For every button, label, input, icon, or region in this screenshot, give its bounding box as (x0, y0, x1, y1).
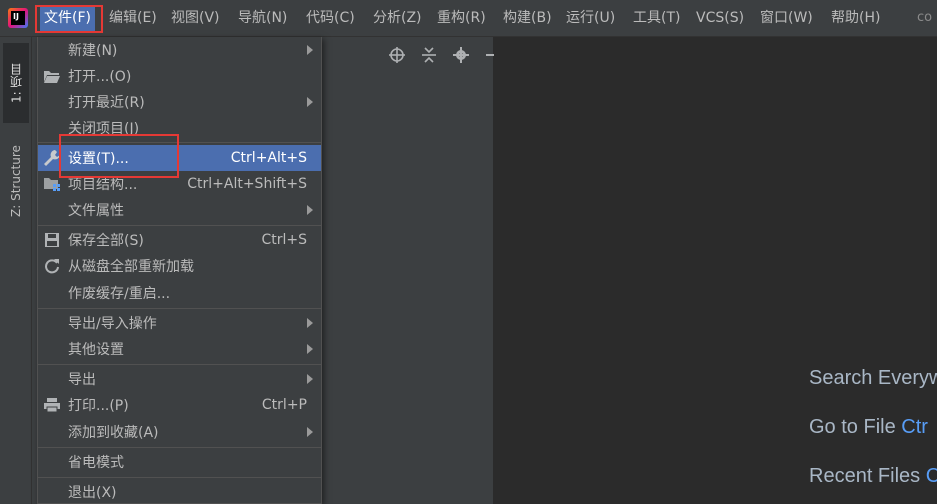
menu-help[interactable]: 帮助(H) (827, 6, 884, 31)
save-icon (42, 230, 62, 250)
hint-search-everywhere: Search Everyw (809, 367, 937, 389)
menu-item-add-to-favorites[interactable]: 添加到收藏(A) (38, 419, 321, 445)
menu-separator (38, 477, 321, 478)
submenu-arrow-icon (307, 45, 313, 55)
menu-separator (38, 308, 321, 309)
menu-navigate[interactable]: 导航(N) (234, 6, 291, 31)
printer-icon (42, 395, 62, 415)
submenu-arrow-icon (307, 374, 313, 384)
submenu-arrow-icon (307, 318, 313, 328)
menu-item-reload-from-disk[interactable]: 从磁盘全部重新加载 (38, 253, 321, 279)
menu-item-save-all[interactable]: 保存全部(S) Ctrl+S (38, 227, 321, 253)
menu-separator (38, 225, 321, 226)
submenu-arrow-icon (307, 97, 313, 107)
menu-vcs[interactable]: VCS(S) (692, 6, 748, 31)
project-panel-toolbar (387, 45, 503, 65)
highlight-box-file-menu (35, 5, 103, 33)
menu-view[interactable]: 视图(V) (167, 6, 224, 31)
collapse-icon[interactable] (419, 45, 439, 65)
window-title: co (917, 10, 933, 25)
submenu-arrow-icon (307, 344, 313, 354)
hint-go-to-file: Go to File Ctr (809, 416, 928, 438)
menu-edit[interactable]: 编辑(E) (105, 6, 161, 31)
menu-separator (38, 447, 321, 448)
menu-item-open[interactable]: 打开...(O) (38, 63, 321, 89)
menu-tools[interactable]: 工具(T) (629, 6, 684, 31)
menu-item-import-export-settings[interactable]: 导出/导入操作 (38, 310, 321, 336)
menu-item-power-save-mode[interactable]: 省电模式 (38, 449, 321, 475)
folder-open-icon (42, 66, 62, 86)
left-tool-stripe: 1: 项目 Z: Structure (0, 37, 32, 504)
submenu-arrow-icon (307, 205, 313, 215)
menu-separator (38, 364, 321, 365)
menu-item-invalidate-caches[interactable]: 作废缓存/重启... (38, 280, 321, 306)
menu-item-file-properties[interactable]: 文件属性 (38, 197, 321, 223)
menu-item-exit[interactable]: 退出(X) (38, 479, 321, 504)
refresh-icon (42, 256, 62, 276)
tab-project[interactable]: 1: 项目 (3, 43, 29, 123)
menu-bar: IJ 文件(F) 编辑(E) 视图(V) 导航(N) 代码(C) 分析(Z) 重… (0, 0, 937, 37)
menu-item-print[interactable]: 打印...(P) Ctrl+P (38, 392, 321, 418)
gear-icon[interactable] (451, 45, 471, 65)
menu-item-other-settings[interactable]: 其他设置 (38, 336, 321, 362)
submenu-arrow-icon (307, 427, 313, 437)
menu-run[interactable]: 运行(U) (562, 6, 619, 31)
menu-refactor[interactable]: 重构(R) (433, 6, 490, 31)
menu-item-new[interactable]: 新建(N) (38, 37, 321, 63)
highlight-box-settings (59, 134, 179, 178)
tab-structure[interactable]: Z: Structure (3, 131, 29, 231)
target-icon[interactable] (387, 45, 407, 65)
tab-project-label: 1: 项目 (9, 63, 24, 103)
menu-analyze[interactable]: 分析(Z) (369, 6, 426, 31)
intellij-logo-icon: IJ (8, 8, 28, 28)
menu-code[interactable]: 代码(C) (302, 6, 359, 31)
menu-item-open-recent[interactable]: 打开最近(R) (38, 89, 321, 115)
menu-build[interactable]: 构建(B) (499, 6, 556, 31)
menu-item-export[interactable]: 导出 (38, 366, 321, 392)
hint-recent-files: Recent Files C (809, 465, 937, 487)
menu-window[interactable]: 窗口(W) (756, 6, 817, 31)
editor-empty-area: Search Everyw Go to File Ctr Recent File… (494, 37, 937, 504)
tab-structure-label: Z: Structure (9, 145, 23, 217)
file-menu-dropdown: 新建(N) 打开...(O) 打开最近(R) 关闭项目(J) 设置(T)... … (37, 37, 322, 504)
